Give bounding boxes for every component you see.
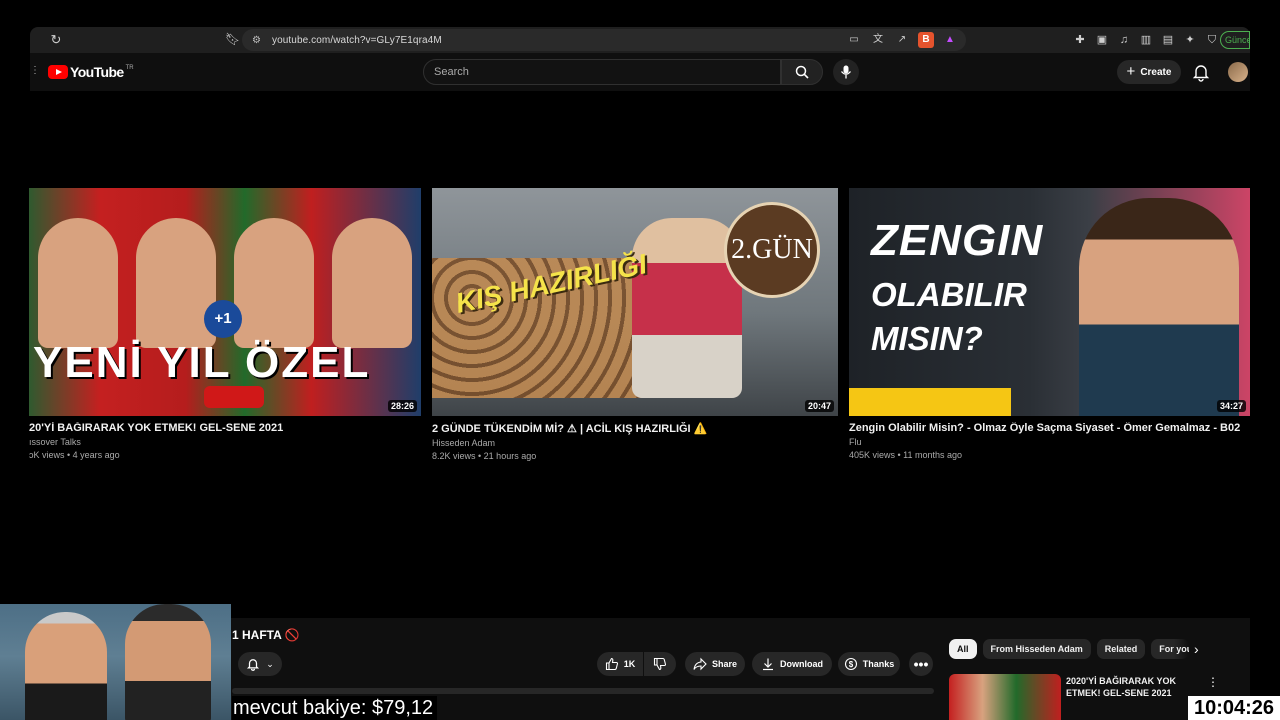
share-button[interactable]: Share [685, 652, 745, 676]
browser-toolbar: ↻ 🔖︎ ⚙︎ youtube.com/watch?v=GLy7E1qra4M … [30, 27, 1250, 53]
extensions-icon[interactable]: ✚ [1072, 32, 1088, 48]
wallet-icon[interactable]: ▤ [1160, 32, 1176, 48]
voice-search-button[interactable] [833, 59, 859, 85]
microphone-icon [840, 65, 852, 79]
end-screen-video-3[interactable]: ZENGIN OLABILIR MISIN? 34:27 Zengin Olab… [849, 188, 1250, 460]
reload-icon[interactable]: ↻ [48, 32, 64, 48]
download-label: Download [780, 659, 823, 669]
video-title[interactable]: 2 GÜNDE TÜKENDİM Mİ? ⚠ | ACİL KIŞ HAZIRL… [432, 422, 838, 435]
create-button[interactable]: + Create [1117, 60, 1181, 84]
clock-overlay: 10:04:26 [1188, 696, 1280, 720]
media-icon[interactable]: ♫ [1116, 32, 1132, 48]
avatar[interactable] [1228, 62, 1248, 82]
chip-for-you[interactable]: For you [1151, 639, 1190, 659]
channel-name[interactable]: Flu [849, 437, 1250, 447]
video-thumbnail[interactable]: ZENGIN OLABILIR MISIN? 34:27 [849, 188, 1250, 416]
chip-all[interactable]: All [949, 639, 977, 659]
description-box[interactable] [232, 688, 934, 694]
youtube-play-icon [48, 65, 68, 79]
plus-icon: + [1126, 62, 1136, 80]
chevron-right-icon[interactable]: › [1194, 642, 1208, 656]
bell-icon [1192, 65, 1210, 82]
leo-ai-icon[interactable]: ✦ [1182, 32, 1198, 48]
tab-search-icon[interactable]: ▣ [1094, 32, 1110, 48]
related-video-thumbnail[interactable] [949, 674, 1061, 720]
end-screen-video-2[interactable]: KIŞ HAZIRLIĞI 2.GÜN 20:47 2 GÜNDE TÜKEND… [432, 188, 838, 461]
vpn-icon[interactable]: ⛉ [1204, 32, 1220, 48]
site-info-icon[interactable]: ⚙︎ [252, 35, 266, 46]
thanks-button[interactable]: $ Thanks [838, 652, 900, 676]
video-title[interactable]: Zengin Olabilir Misin? - Olmaz Öyle Saçm… [849, 422, 1250, 434]
subscription-notifications-button[interactable]: ⌄ [238, 652, 282, 676]
video-title[interactable]: 20'Yİ BAĞIRARAK YOK ETMEK! GEL-SENE 2021 [29, 422, 421, 434]
like-button[interactable]: 1K [597, 652, 643, 676]
create-label: Create [1140, 66, 1172, 78]
address-bar[interactable]: ⚙︎ youtube.com/watch?v=GLy7E1qra4M ▭ 文 ↗… [242, 29, 966, 51]
duration-badge: 28:26 [387, 400, 417, 412]
notifications-button[interactable] [1191, 62, 1211, 82]
translate-icon[interactable]: 文 [870, 32, 886, 48]
like-count: 1K [623, 659, 636, 669]
ribbon-bow [204, 386, 264, 408]
logo-text: YouTube [70, 64, 124, 80]
video-meta: 8.2K views • 21 hours ago [432, 451, 537, 461]
dislike-button[interactable] [644, 652, 676, 676]
share-page-icon[interactable]: ↗ [894, 32, 910, 48]
video-meta: 405K views • 11 months ago [849, 450, 963, 460]
brave-shields-icon[interactable]: B [918, 32, 934, 48]
share-label: Share [711, 659, 737, 669]
update-button[interactable]: Güncelle [1220, 31, 1250, 49]
brave-rewards-icon[interactable]: ▲ [942, 32, 958, 48]
thumbnail-badge: +1 [204, 300, 242, 338]
more-actions-button[interactable]: ••• [909, 652, 933, 676]
person-figure [25, 612, 107, 720]
download-icon [763, 658, 773, 671]
kebab-menu-icon[interactable]: ⋮ [1207, 675, 1219, 689]
thanks-label: Thanks [862, 659, 895, 669]
youtube-header: ⋮ YouTube TR Search + Create [30, 53, 1250, 91]
bell-icon [247, 659, 260, 671]
end-screen-video-1[interactable]: +1 YENİ YIL ÖZEL 28:26 20'Yİ BAĞIRARAK Y… [29, 188, 421, 460]
cast-icon[interactable]: ▭ [846, 32, 862, 48]
search-icon [795, 65, 809, 79]
svg-text:$: $ [849, 660, 854, 669]
webcam-overlay [0, 604, 231, 720]
chevron-down-icon: ⌄ [266, 658, 274, 669]
country-code: TR [125, 64, 134, 71]
sidebar-icon[interactable]: ▥ [1138, 32, 1154, 48]
search-input[interactable]: Search [423, 59, 781, 85]
menu-icon[interactable]: ⋮ [30, 65, 40, 76]
share-icon [693, 657, 707, 671]
chip-related[interactable]: Related [1096, 639, 1146, 659]
duration-badge: 20:47 [804, 400, 834, 412]
balance-overlay: mevcut bakiye: $79,12 [232, 696, 438, 720]
bookmark-icon[interactable]: 🔖︎ [225, 32, 240, 48]
more-horizontal-icon: ••• [913, 656, 929, 672]
duration-badge: 34:27 [1216, 400, 1246, 412]
video-page-title: 1 HAFTA 🚫 [232, 628, 300, 642]
person-figure [1079, 198, 1239, 416]
related-video-title[interactable]: 2020'Yİ BAĞIRARAK YOK ETMEK! GEL-SENE 20… [1066, 675, 1186, 699]
video-thumbnail[interactable]: KIŞ HAZIRLIĞI 2.GÜN 20:47 [432, 188, 838, 416]
url-text: youtube.com/watch?v=GLy7E1qra4M [272, 34, 442, 46]
channel-name[interactable]: Hisseden Adam [432, 438, 838, 448]
thumbnail-badge: 2.GÜN [724, 202, 820, 298]
search-button[interactable] [781, 59, 823, 85]
thumbnail-text-line-2: OLABILIR [871, 276, 1027, 313]
youtube-logo[interactable]: YouTube TR [48, 64, 134, 80]
video-thumbnail[interactable]: +1 YENİ YIL ÖZEL 28:26 [29, 188, 421, 416]
download-button[interactable]: Download [752, 652, 832, 676]
channel-name[interactable]: ıssover Talks [29, 437, 421, 447]
thumbs-down-icon [653, 657, 667, 671]
related-filter-chips: All From Hisseden Adam Related For you [949, 639, 1190, 659]
thumbnail-text-line-1: ZENGIN [871, 216, 1044, 265]
yellow-bar [849, 388, 1011, 416]
thumbs-up-icon [605, 657, 618, 671]
person-figure [125, 604, 211, 720]
thumbnail-text: YENİ YIL ÖZEL [33, 338, 371, 387]
thumbnail-text-line-3: MISIN? [871, 320, 983, 357]
super-thanks-icon: $ [844, 657, 857, 671]
video-meta: ɔK views • 4 years ago [29, 450, 120, 460]
chip-from-channel[interactable]: From Hisseden Adam [982, 639, 1091, 659]
